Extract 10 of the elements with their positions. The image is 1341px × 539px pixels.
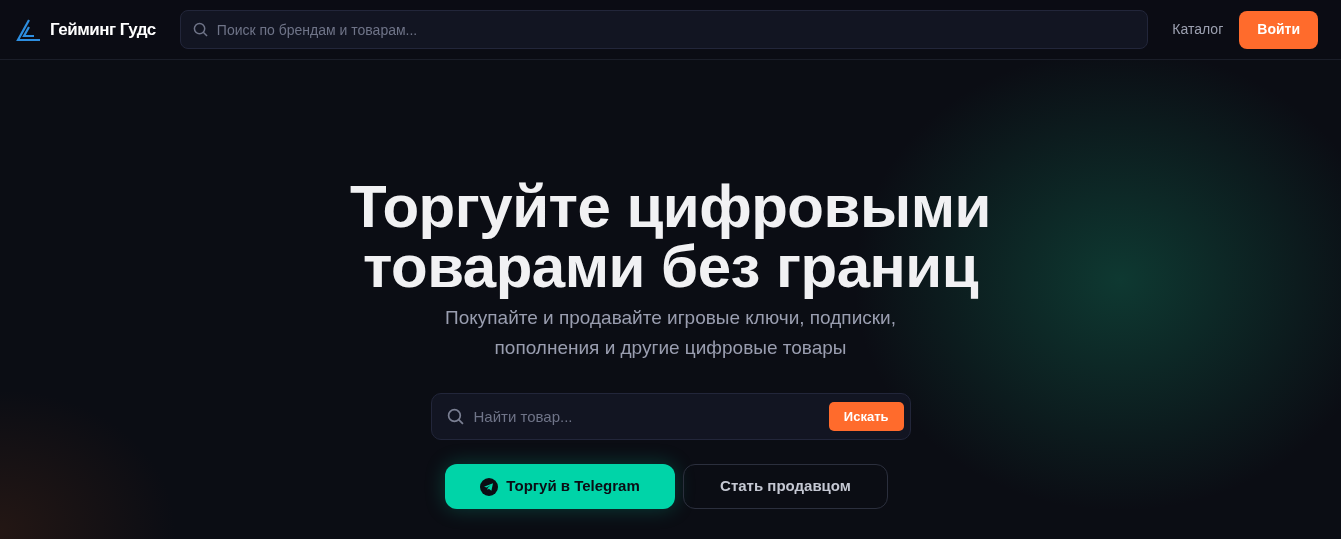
telegram-button[interactable]: Торгуй в Telegram bbox=[445, 464, 675, 509]
search-field[interactable]: Поиск по брендам и товарам... bbox=[179, 10, 1149, 49]
nav-link[interactable]: Каталог bbox=[1172, 19, 1224, 40]
brand-name: Гейминг Гудс bbox=[50, 18, 156, 41]
hero-subtitle: Покупайте и продавайте игровые ключи, подписки, bbox=[444, 306, 897, 330]
hero-subtitle: пополнения и другие цифровые товары bbox=[493, 336, 848, 360]
hero-title: Торгуйте цифровыми bbox=[349, 177, 992, 237]
telegram-icon bbox=[480, 477, 499, 496]
become-seller-button[interactable]: Стать продавцом bbox=[683, 464, 888, 509]
logo-icon bbox=[16, 17, 42, 42]
